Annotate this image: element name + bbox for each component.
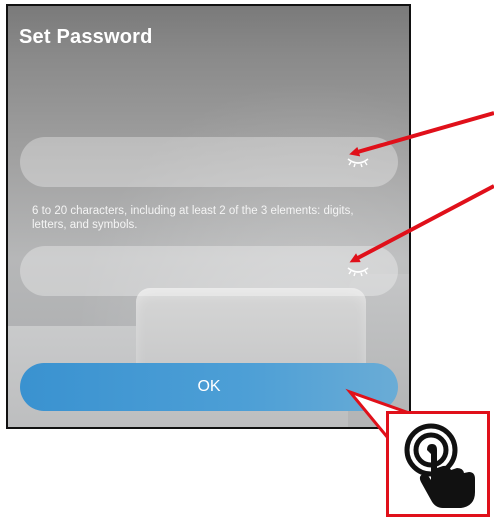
phone-screen: Set Password 6 to 20 characters, includi… [6, 4, 411, 429]
tap-callout [386, 411, 490, 517]
ok-button[interactable]: OK [20, 363, 398, 411]
password-input[interactable] [36, 137, 340, 189]
confirm-password-input[interactable] [36, 246, 340, 298]
page-title: Set Password [19, 26, 153, 48]
password-requirements-hint: 6 to 20 characters, including at least 2… [32, 205, 354, 231]
password-field[interactable] [20, 137, 398, 189]
eye-closed-icon[interactable] [346, 154, 370, 170]
tutorial-screenshot: Set Password 6 to 20 characters, includi… [0, 0, 494, 520]
eye-closed-icon[interactable] [346, 263, 370, 279]
confirm-password-field[interactable] [20, 246, 398, 298]
tap-gesture-icon [404, 423, 475, 508]
